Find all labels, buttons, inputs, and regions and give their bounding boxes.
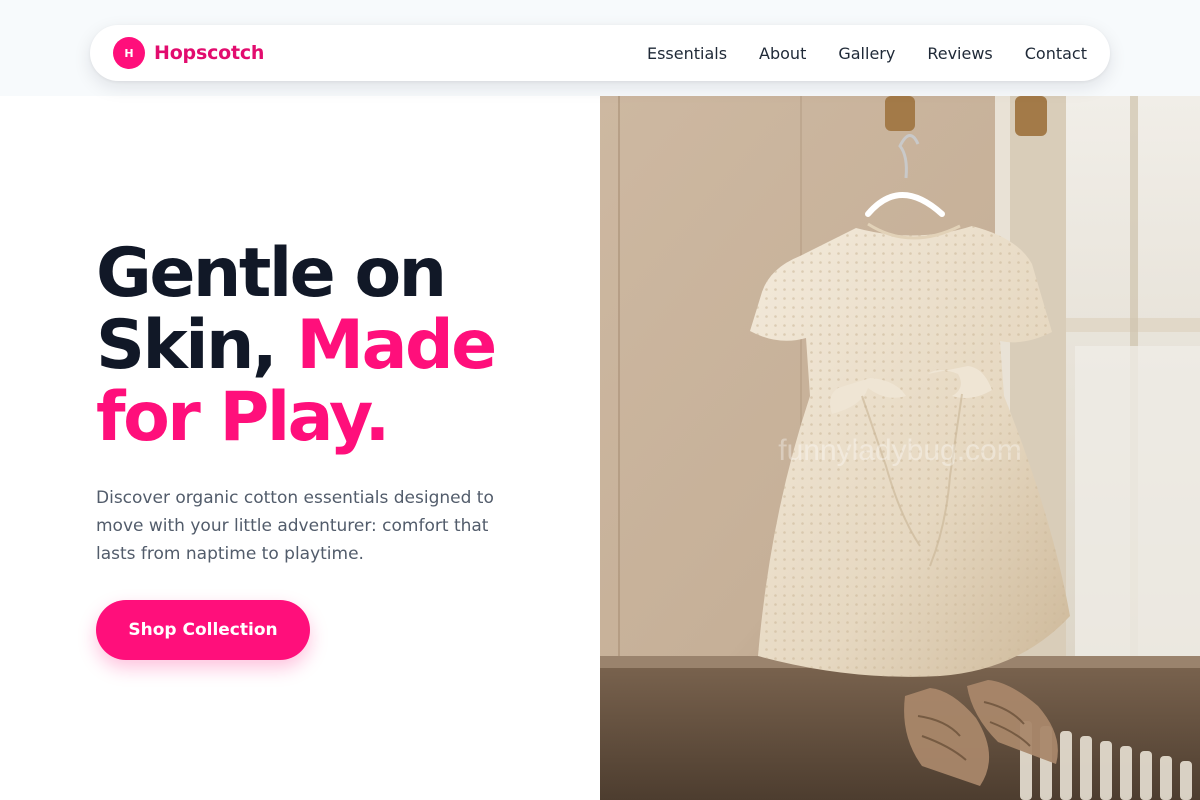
hero-image: funnyladybug.com: [600, 96, 1200, 800]
shop-collection-button[interactable]: Shop Collection: [96, 600, 310, 660]
nav-link-essentials[interactable]: Essentials: [647, 44, 727, 63]
logo-badge-icon: H: [113, 37, 145, 69]
image-watermark: funnyladybug.com: [778, 434, 1022, 467]
nav-links: Essentials About Gallery Reviews Contact: [647, 44, 1087, 63]
headline-line-1: Gentle on: [96, 234, 447, 313]
headline-accent-1: Made: [296, 306, 497, 385]
nav-link-reviews[interactable]: Reviews: [927, 44, 992, 63]
hero-content: Gentle on Skin, Made for Play. Discover …: [96, 238, 576, 568]
nav-link-gallery[interactable]: Gallery: [838, 44, 895, 63]
nav-link-contact[interactable]: Contact: [1025, 44, 1087, 63]
brand-logo[interactable]: H Hopscotch: [113, 37, 264, 69]
navbar: H Hopscotch Essentials About Gallery Rev…: [90, 25, 1110, 81]
brand-name: Hopscotch: [154, 42, 265, 64]
headline-accent-2: for Play.: [96, 378, 390, 457]
headline-line-2: Skin,: [96, 306, 297, 385]
nav-link-about[interactable]: About: [759, 44, 806, 63]
hero-headline: Gentle on Skin, Made for Play.: [96, 238, 576, 454]
hero-subtext: Discover organic cotton essentials desig…: [96, 488, 494, 564]
